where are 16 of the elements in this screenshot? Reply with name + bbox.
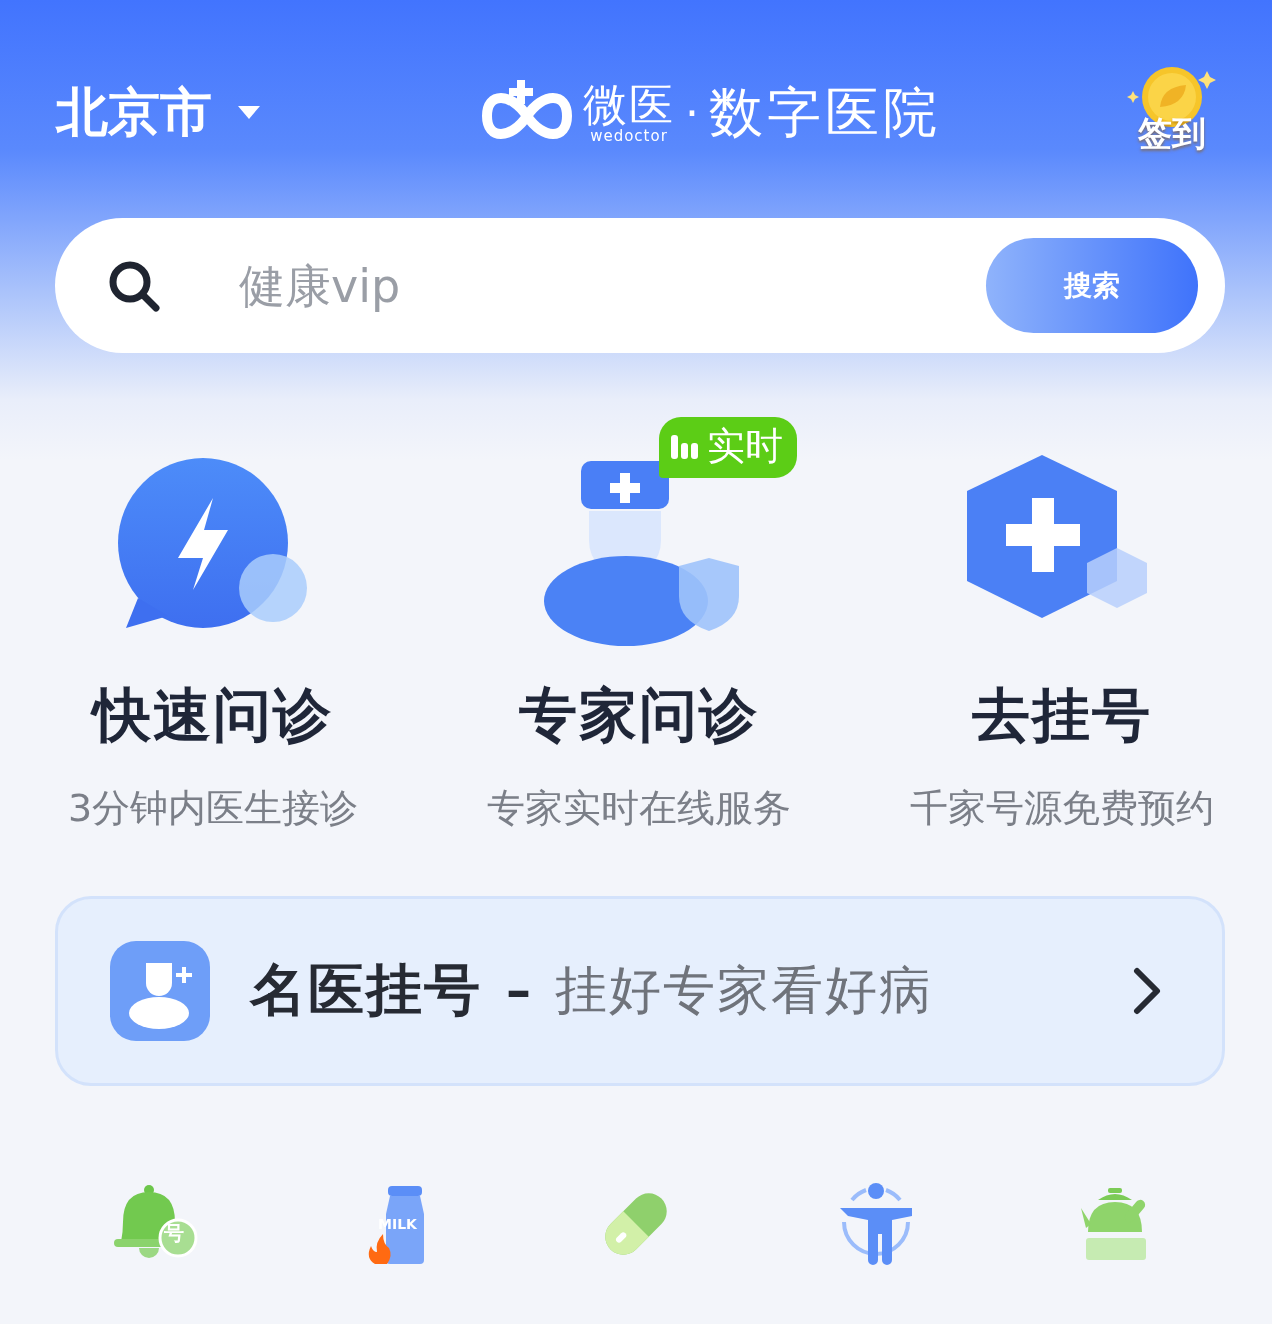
service-title[interactable]: 去挂号 (972, 677, 1152, 755)
search-input[interactable]: 健康vip (237, 257, 910, 314)
live-badge: 实时 (659, 417, 797, 478)
add-user-icon (110, 941, 210, 1041)
chevron-right-icon (1132, 967, 1162, 1015)
service-subtitle: 千家号源免费预约 (910, 785, 1214, 832)
bars-icon (671, 434, 699, 459)
famous-doctor-banner[interactable]: 名医挂号 – 挂好专家看好病 (55, 896, 1225, 1086)
logo-title: 数字医院 (709, 79, 941, 146)
logo-separator: · (685, 87, 703, 139)
service-subtitle: 专家实时在线服务 (487, 785, 791, 832)
service-title[interactable]: 专家问诊 (519, 677, 759, 755)
service-subtitle: 3分钟内医生接诊 (67, 785, 359, 832)
logo-brand-text: 微医 (583, 82, 675, 127)
caret-icon (238, 106, 260, 120)
logo-subtitle: wedoctor (590, 128, 668, 144)
